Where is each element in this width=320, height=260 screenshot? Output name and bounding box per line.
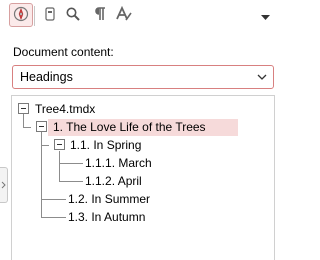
text-style-icon (115, 5, 133, 25)
tree-item[interactable]: 1. The Love Life of the Trees (53, 119, 206, 135)
chevron-down-icon (256, 71, 268, 86)
tree-connector (41, 217, 66, 218)
content-type-value: Headings (20, 70, 73, 84)
collapse-toggle[interactable] (36, 121, 47, 132)
page-icon (42, 6, 58, 25)
tree-connector (23, 127, 31, 128)
collapse-toggle[interactable] (54, 139, 65, 150)
paragraph-button[interactable] (88, 3, 112, 27)
tree-connector (41, 145, 49, 146)
page-view-button[interactable] (38, 3, 62, 27)
tree-connector (41, 199, 66, 200)
toolbar (0, 0, 278, 32)
tree-connector (23, 114, 24, 127)
document-tree: Tree4.tmdx 1. The Love Life of the Trees… (11, 95, 275, 260)
tree-connector (59, 181, 83, 182)
text-style-button[interactable] (112, 3, 136, 27)
compass-icon (13, 6, 29, 25)
tree-connector (59, 163, 83, 164)
search-button[interactable] (61, 3, 85, 27)
tree-connector (59, 151, 60, 182)
tree-item[interactable]: 1.1. In Spring (70, 137, 141, 153)
document-content-label: Document content: (13, 45, 114, 59)
pilcrow-icon (92, 6, 108, 25)
search-icon (65, 6, 81, 25)
tree-root-label[interactable]: Tree4.tmdx (35, 101, 95, 117)
tree-item[interactable]: 1.2. In Summer (68, 191, 150, 207)
content-type-select[interactable]: Headings (12, 65, 274, 89)
collapse-toggle[interactable] (18, 103, 29, 114)
tree-item[interactable]: 1.1.2. April (85, 173, 142, 189)
panel-collapse-handle[interactable] (0, 167, 8, 203)
tree-item[interactable]: 1.1.1. March (85, 155, 152, 171)
tree-item[interactable]: 1.3. In Autumn (68, 209, 145, 225)
toolbar-separator (34, 6, 35, 26)
chevron-right-icon (1, 178, 6, 192)
caret-down-icon[interactable] (261, 10, 270, 24)
navigator-button[interactable] (9, 3, 33, 27)
